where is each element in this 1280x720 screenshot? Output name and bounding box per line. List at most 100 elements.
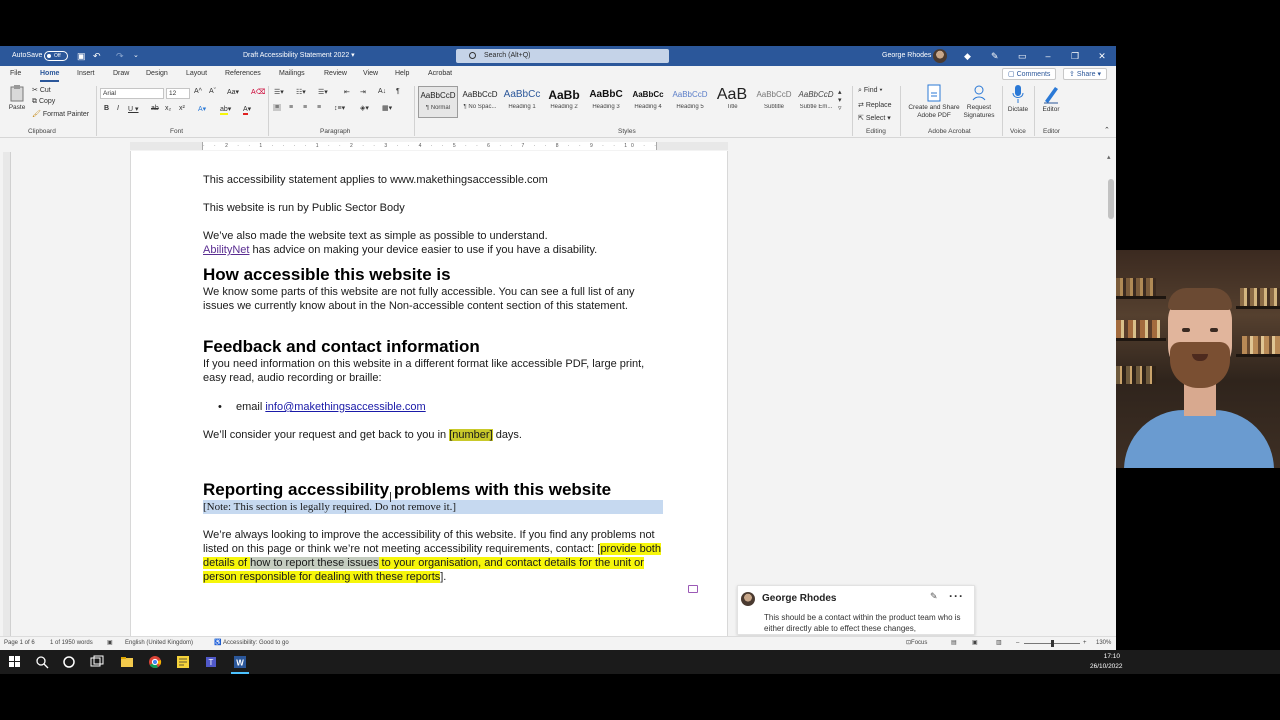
collapse-ribbon-icon[interactable]: ⌃: [1104, 126, 1110, 134]
user-avatar[interactable]: [933, 49, 947, 63]
paragraph[interactable]: We’re always looking to improve the acce…: [203, 528, 663, 584]
paragraph[interactable]: We’ve also made the website text as simp…: [203, 229, 663, 257]
paragraph[interactable]: We’ll consider your request and get back…: [203, 428, 663, 442]
bullets-icon[interactable]: ☰▾: [274, 88, 284, 96]
restore-icon[interactable]: ❐: [1062, 46, 1088, 66]
strikethrough-icon[interactable]: ab: [151, 105, 159, 112]
paragraph[interactable]: This website is run by Public Sector Bod…: [203, 201, 663, 215]
tab-design[interactable]: Design: [146, 66, 168, 82]
line-spacing-icon[interactable]: ↕≡▾: [334, 104, 345, 112]
text-effects-icon[interactable]: A▾: [198, 105, 206, 113]
font-color-icon[interactable]: A▾: [243, 105, 251, 115]
selected-text[interactable]: how to report these issues: [250, 557, 379, 569]
superscript-icon[interactable]: x²: [179, 105, 185, 112]
accessibility-icon[interactable]: ♿: [214, 637, 221, 650]
style-heading-4[interactable]: AaBbCc Heading 4: [628, 86, 668, 118]
borders-icon[interactable]: ▦▾: [382, 104, 392, 112]
shading-icon[interactable]: ◈▾: [360, 104, 369, 112]
style-heading-1[interactable]: AaBbCc Heading 1: [502, 86, 542, 118]
undo-icon[interactable]: ↶: [93, 46, 101, 66]
accessibility-status[interactable]: Accessibility: Good to go: [223, 637, 289, 650]
numbering-icon[interactable]: ☷▾: [296, 88, 306, 96]
align-center-icon[interactable]: ≡: [289, 104, 293, 111]
legal-note[interactable]: [Note: This section is legally required.…: [203, 500, 663, 514]
select-button[interactable]: ⇱ Select ▾: [858, 114, 891, 122]
subscript-icon[interactable]: x₂: [165, 105, 171, 112]
chrome-icon[interactable]: [148, 655, 162, 669]
email-link[interactable]: info@makethingsaccessible.com: [265, 401, 425, 413]
number-placeholder[interactable]: [number]: [449, 429, 493, 441]
share-button[interactable]: ⇪ Share ▾: [1063, 68, 1107, 80]
word-count[interactable]: 1 of 1950 words: [50, 637, 93, 650]
premium-diamond-icon[interactable]: ◆: [964, 46, 971, 66]
paragraph[interactable]: If you need information on this website …: [203, 357, 663, 385]
tab-file[interactable]: File: [10, 66, 21, 82]
font-name-select[interactable]: Arial: [100, 88, 164, 99]
proofing-icon[interactable]: ▣: [107, 637, 113, 650]
heading-reporting[interactable]: Reporting accessibility problems with th…: [203, 480, 663, 500]
dictate-button[interactable]: Dictate: [1006, 84, 1030, 114]
style-heading-2[interactable]: AaBb Heading 2: [544, 86, 584, 118]
redo-icon[interactable]: ↷: [116, 46, 124, 66]
justify-icon[interactable]: ≡: [317, 104, 321, 111]
document-canvas[interactable]: This accessibility statement applies to …: [12, 151, 1106, 637]
heading-how-accessible[interactable]: How accessible this website is: [203, 265, 663, 285]
abilitynet-link[interactable]: AbilityNet: [203, 244, 249, 256]
multilevel-list-icon[interactable]: ☰▾: [318, 88, 328, 96]
search-input[interactable]: Search (Alt+Q): [456, 49, 669, 63]
document-body[interactable]: This accessibility statement applies to …: [203, 173, 663, 584]
editor-button[interactable]: Editor: [1038, 84, 1064, 114]
edit-comment-icon[interactable]: ✎: [930, 591, 938, 602]
decrease-indent-icon[interactable]: ⇤: [344, 88, 350, 96]
heading-feedback[interactable]: Feedback and contact information: [203, 337, 663, 357]
clear-formatting-icon[interactable]: A⌫: [251, 88, 266, 96]
document-page[interactable]: This accessibility statement applies to …: [130, 151, 728, 637]
vertical-ruler[interactable]: [3, 152, 11, 636]
sort-icon[interactable]: A↓: [378, 88, 386, 95]
style-title[interactable]: AaB Title: [712, 86, 752, 118]
tab-references[interactable]: References: [225, 66, 261, 82]
user-name[interactable]: George Rhodes: [882, 46, 931, 66]
request-signatures-button[interactable]: Request Signatures: [960, 84, 998, 120]
search-icon[interactable]: [35, 655, 49, 669]
cortana-icon[interactable]: [62, 655, 76, 669]
copy-button[interactable]: ⧉ Copy: [32, 98, 55, 106]
create-share-pdf-button[interactable]: Create and Share Adobe PDF: [904, 84, 964, 120]
style-heading-5[interactable]: AaBbCcD Heading 5: [670, 86, 710, 118]
read-mode-icon[interactable]: ▤: [951, 637, 957, 650]
close-icon[interactable]: ✕: [1089, 46, 1115, 66]
horizontal-ruler[interactable]: · · 2 · · 1 · · · · 1 · · 2 · · 3 · · 4 …: [130, 142, 728, 150]
tab-view[interactable]: View: [363, 66, 378, 82]
grow-font-icon[interactable]: A^: [194, 88, 202, 95]
tab-review[interactable]: Review: [324, 66, 347, 82]
comments-button[interactable]: ▢ Comments: [1002, 68, 1057, 80]
document-title[interactable]: Draft Accessibility Statement 2022 ▾: [243, 46, 355, 66]
windows-start-icon[interactable]: [8, 655, 22, 669]
language[interactable]: English (United Kingdom): [125, 637, 193, 650]
tab-home[interactable]: Home: [40, 66, 60, 82]
ribbon-display-icon[interactable]: ▭: [1018, 46, 1027, 66]
tab-insert[interactable]: Insert: [77, 66, 95, 82]
cut-button[interactable]: ✂ Cut: [32, 86, 51, 94]
bold-icon[interactable]: B: [104, 105, 109, 112]
customize-toolbar-icon[interactable]: ⌄: [133, 46, 139, 66]
paste-button[interactable]: Paste: [6, 84, 28, 112]
task-view-icon[interactable]: [90, 655, 104, 669]
highlight-color-icon[interactable]: ab▾: [220, 105, 231, 115]
italic-icon[interactable]: I: [117, 105, 119, 112]
sticky-notes-icon[interactable]: [176, 655, 190, 669]
align-left-icon[interactable]: ≡: [273, 104, 282, 111]
scroll-thumb[interactable]: [1108, 179, 1114, 219]
vertical-scrollbar[interactable]: ▴: [1106, 151, 1116, 637]
style-no-spacing[interactable]: AaBbCcD ¶ No Spac...: [460, 86, 500, 118]
styles-scroll-icon[interactable]: ▴ ▾ ▿: [838, 88, 842, 112]
shrink-font-icon[interactable]: Aˇ: [209, 88, 216, 95]
focus-button[interactable]: ⊡ Focus: [906, 637, 927, 650]
style-normal[interactable]: AaBbCcD ¶ Normal: [418, 86, 458, 118]
align-right-icon[interactable]: ≡: [303, 104, 307, 111]
change-case-icon[interactable]: Aa▾: [227, 88, 239, 96]
paragraph[interactable]: We know some parts of this website are n…: [203, 285, 663, 313]
zoom-in-icon[interactable]: +: [1083, 637, 1087, 650]
word-app-icon[interactable]: W: [233, 655, 247, 669]
tab-help[interactable]: Help: [395, 66, 409, 82]
